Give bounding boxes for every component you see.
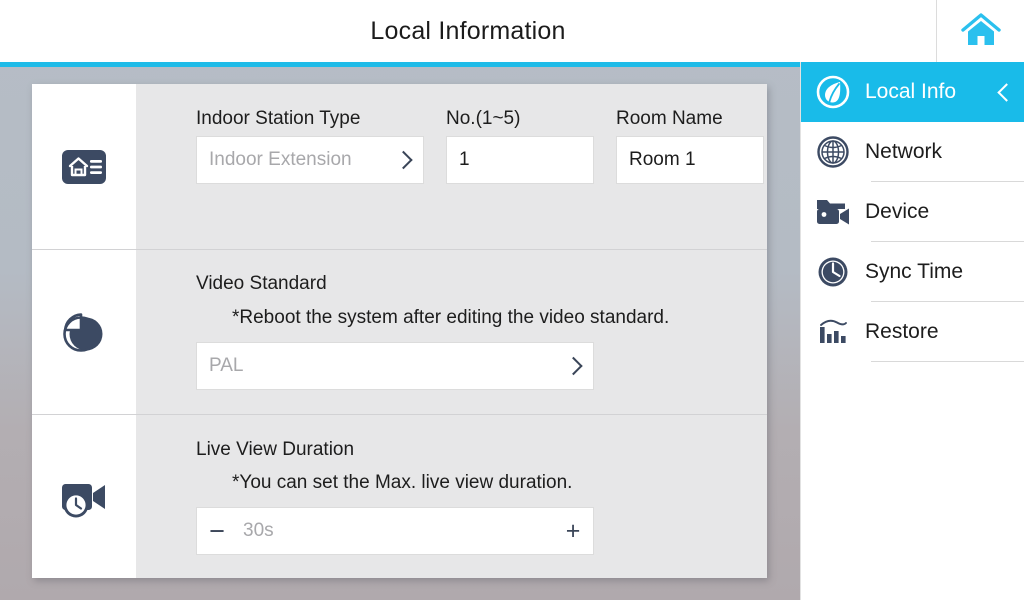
home-button[interactable] [936,0,1024,62]
live-view-duration-stepper[interactable]: − 30s + [196,507,594,555]
chevron-right-icon [395,153,410,168]
indoor-station-type-value: Indoor Extension [209,149,352,170]
indoor-station-icon [32,84,136,249]
sidebar-item-local-info[interactable]: Local Info [801,62,1024,122]
station-number-input[interactable]: 1 [446,136,594,184]
row-body: Video Standard *Reboot the system after … [136,250,767,414]
accent-rule [0,62,800,67]
row-body: Indoor Station Type Indoor Extension No.… [136,84,767,249]
table-row: Live View Duration *You can set the Max.… [32,415,767,578]
divider [871,361,1024,362]
increment-button[interactable]: + [553,518,593,544]
row-body: Live View Duration *You can set the Max.… [136,415,767,578]
screen: Local Information Indoor Station Type In… [0,0,1024,600]
leaf-icon [801,74,865,110]
chevron-left-icon [996,84,1012,100]
page-title: Local Information [370,16,566,45]
video-standard-label: Video Standard [196,273,327,294]
room-name-label: Room Name [616,108,723,129]
settings-panel: Indoor Station Type Indoor Extension No.… [32,84,767,578]
video-standard-value: PAL [209,355,244,376]
indoor-station-type-select[interactable]: Indoor Extension [196,136,424,184]
sidebar-item-network[interactable]: Network [801,122,1024,182]
decrement-button[interactable]: − [197,517,237,545]
sidebar-item-sync-time[interactable]: Sync Time [801,242,1024,302]
live-view-duration-icon [32,415,136,578]
video-standard-icon [32,250,136,414]
live-view-duration-label: Live View Duration [196,439,355,460]
sidebar-item-label: Sync Time [865,260,964,283]
sidebar-item-label: Restore [865,320,939,343]
video-standard-note: *Reboot the system after editing the vid… [232,307,670,328]
sidebar-item-label: Device [865,200,930,223]
table-row: Video Standard *Reboot the system after … [32,250,767,415]
station-number-value: 1 [459,149,470,170]
room-name-value: Room 1 [629,149,696,170]
bar-chart-icon [801,316,865,348]
sidebar-item-device[interactable]: Device [801,182,1024,242]
globe-icon [801,135,865,169]
sidebar-item-label: Network [865,140,943,163]
live-view-duration-value: 30s [243,520,274,541]
indoor-station-type-label: Indoor Station Type [196,108,361,129]
sidebar: Local Info Network Device Sync Time Rest… [800,62,1024,600]
title-bar: Local Information [0,0,1024,62]
table-row: Indoor Station Type Indoor Extension No.… [32,84,767,250]
sidebar-item-label: Local Info [865,80,957,103]
chevron-right-icon [565,359,580,374]
station-number-label: No.(1~5) [446,108,521,129]
home-icon [959,11,1003,51]
folder-camera-icon [801,195,865,229]
video-standard-select[interactable]: PAL [196,342,594,390]
live-view-duration-note: *You can set the Max. live view duration… [232,472,573,493]
clock-icon [801,255,865,289]
sidebar-item-restore[interactable]: Restore [801,302,1024,362]
room-name-input[interactable]: Room 1 [616,136,764,184]
